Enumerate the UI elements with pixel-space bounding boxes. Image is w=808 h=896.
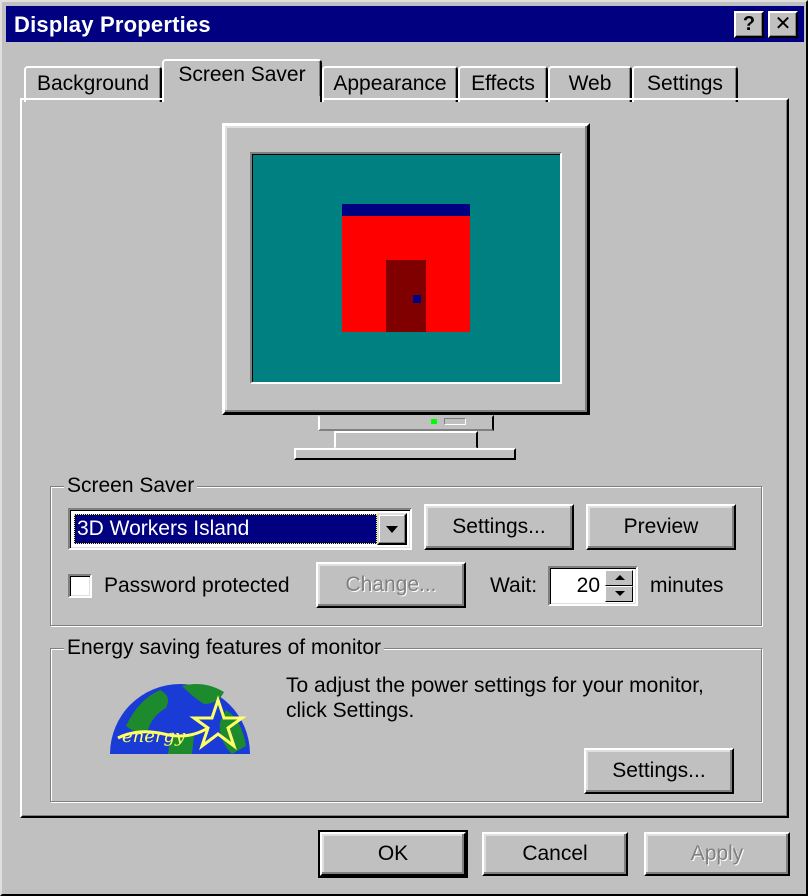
- active-tab-join: [166, 96, 320, 102]
- close-button[interactable]: ✕: [768, 11, 798, 38]
- tab-label: Web: [568, 72, 612, 95]
- tab-web[interactable]: Web: [548, 66, 632, 102]
- title-bar[interactable]: Display Properties ? ✕: [6, 6, 804, 42]
- cancel-button[interactable]: Cancel: [482, 832, 628, 876]
- window-title: Display Properties: [14, 12, 211, 37]
- help-button[interactable]: ?: [734, 11, 764, 38]
- apply-button[interactable]: Apply: [644, 832, 790, 876]
- tab-effects[interactable]: Effects: [458, 66, 548, 102]
- tab-label: Background: [36, 72, 150, 95]
- tab-label: Settings: [647, 72, 723, 95]
- tab-label: Screen Saver: [178, 63, 306, 86]
- tab-label: Effects: [471, 72, 535, 95]
- ok-button[interactable]: OK: [318, 830, 468, 878]
- tab-panel: [20, 98, 789, 818]
- tab-background[interactable]: Background: [24, 66, 162, 102]
- display-properties-window: Display Properties ? ✕ Background Screen…: [0, 0, 808, 896]
- tab-settings[interactable]: Settings: [632, 66, 738, 102]
- tab-label: Appearance: [333, 72, 447, 95]
- tab-appearance[interactable]: Appearance: [322, 66, 458, 102]
